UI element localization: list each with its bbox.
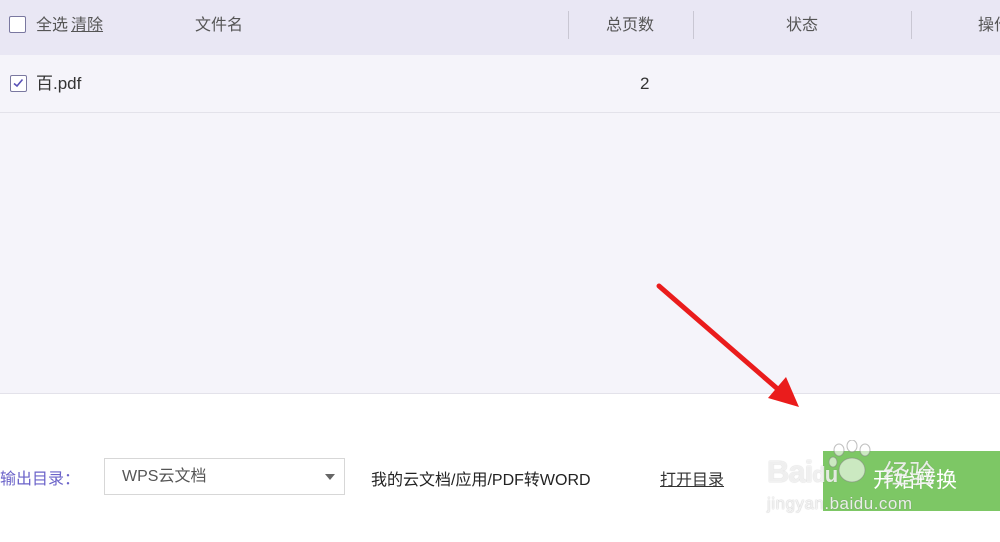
output-path-text: 我的云文档/应用/PDF转WORD <box>371 472 591 489</box>
column-divider <box>568 11 569 39</box>
output-directory-select[interactable]: WPS云文档 <box>104 458 345 495</box>
column-header-pages: 总页数 <box>606 17 655 34</box>
column-divider <box>911 11 912 39</box>
start-conversion-button[interactable]: 开始转换 <box>823 451 1000 511</box>
column-header-status: 状态 <box>786 17 819 34</box>
table-row[interactable]: 百.pdf 2 <box>0 55 1000 113</box>
row-pages: 2 <box>640 74 650 93</box>
column-header-actions: 操作 <box>978 17 1000 34</box>
chevron-down-icon <box>325 474 335 480</box>
row-filename: 百.pdf <box>36 74 82 93</box>
select-all-label[interactable]: 全选 <box>36 0 68 55</box>
output-directory-value: WPS云文档 <box>122 468 207 485</box>
clear-link[interactable]: 清除 <box>71 0 103 55</box>
table-header: 全选 清除 文件名 总页数 状态 操作 <box>0 0 1000 55</box>
open-directory-link[interactable]: 打开目录 <box>660 466 724 490</box>
output-directory-label: 输出目录： <box>0 471 81 488</box>
column-divider <box>693 11 694 39</box>
file-list-area: 全选 清除 文件名 总页数 状态 操作 百.pdf 2 <box>0 0 1000 394</box>
column-header-filename: 文件名 <box>195 17 244 34</box>
row-checkbox-checked-icon[interactable] <box>10 75 27 92</box>
select-all-checkbox[interactable] <box>9 16 26 33</box>
